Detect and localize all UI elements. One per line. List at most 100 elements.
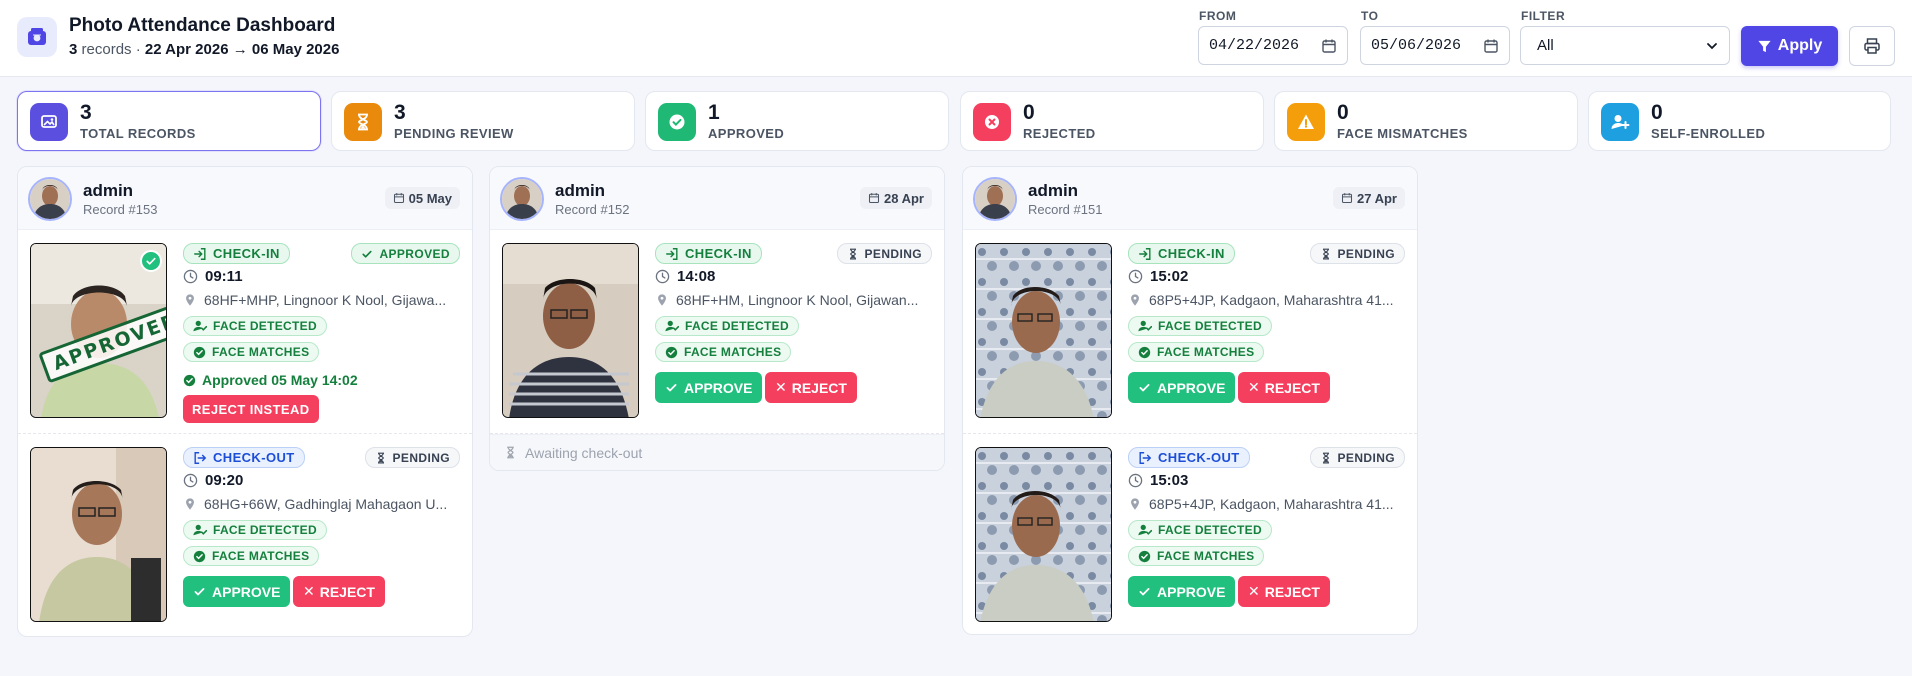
hourglass-icon: [1320, 248, 1332, 260]
attendance-photo[interactable]: [502, 243, 639, 418]
avatar: [500, 177, 544, 221]
approve-label: APPROVE: [1157, 379, 1226, 396]
check-circle-icon: [193, 550, 206, 563]
check-icon: [665, 381, 678, 394]
attendance-record-card: admin Record #153 05 May APPROVED CHECK-…: [17, 166, 473, 637]
filter-select[interactable]: All: [1520, 26, 1730, 65]
x-icon: ✕: [1248, 583, 1260, 599]
approve-button[interactable]: APPROVE: [655, 372, 763, 403]
reject-button[interactable]: ✕ REJECT: [293, 576, 385, 607]
stat-value: 0: [1651, 101, 1663, 124]
check-out-entry: CHECK-OUT PENDING 09:20 68HG+66W, Gadhin…: [18, 434, 472, 636]
user-plus-icon: [1601, 103, 1639, 141]
time-value: 09:20: [205, 472, 244, 489]
chip-label: FACE DETECTED: [213, 319, 317, 333]
reject-instead-button[interactable]: REJECT INSTEAD: [183, 395, 319, 423]
stat-label: PENDING REVIEW: [394, 126, 514, 141]
records-word: records: [81, 41, 132, 58]
approve-label: APPROVE: [684, 379, 753, 396]
record-date: 27 Apr: [1357, 190, 1397, 206]
reject-button[interactable]: ✕ REJECT: [765, 372, 857, 403]
time-value: 15:03: [1150, 472, 1189, 489]
chip-label: FACE DETECTED: [1158, 319, 1262, 333]
x-circle-icon: [973, 103, 1011, 141]
face-matches-chip: FACE MATCHES: [655, 342, 792, 362]
entry-type-label: CHECK-IN: [685, 246, 752, 261]
reject-label: REJECT: [319, 583, 375, 600]
stat-label: APPROVED: [708, 126, 785, 141]
face-detected-chip: FACE DETECTED: [655, 316, 799, 336]
face-matches-chip: FACE MATCHES: [183, 342, 320, 362]
approve-button[interactable]: APPROVE: [1128, 576, 1236, 607]
attendance-record-card: admin Record #151 27 Apr CHECK-IN PENDIN…: [962, 166, 1418, 635]
face-matches-chip: FACE MATCHES: [183, 546, 320, 566]
stat-card-face-mismatches[interactable]: 0 FACE MISMATCHES: [1274, 91, 1578, 151]
map-pin-icon: [183, 497, 197, 511]
login-icon: [1138, 247, 1152, 261]
stat-card-total-records[interactable]: 3 TOTAL RECORDS: [17, 91, 321, 151]
card-header: admin Record #151 27 Apr: [963, 167, 1417, 230]
calendar-icon[interactable]: [1483, 38, 1499, 54]
record-date-badge: 27 Apr: [1333, 187, 1405, 209]
filter-icon: [1758, 40, 1771, 52]
record-number: Record #152: [555, 202, 630, 217]
location-text: 68HF+MHP, Lingnoor K Nool, Gijawa...: [204, 292, 447, 308]
clock-icon: [183, 269, 198, 284]
calendar-icon[interactable]: [1321, 38, 1337, 54]
awaiting-text: Awaiting check-out: [525, 444, 643, 461]
approve-button[interactable]: APPROVE: [183, 576, 291, 607]
print-button[interactable]: [1849, 26, 1895, 66]
check-in-entry: CHECK-IN PENDING 15:02 68P5+4JP, Kadgaon…: [963, 230, 1417, 434]
check-circle-icon: [1138, 550, 1151, 563]
user-name: admin: [555, 181, 606, 200]
record-date: 28 Apr: [884, 190, 924, 206]
filter-value: All: [1537, 37, 1554, 54]
location-text: 68P5+4JP, Kadgaon, Maharashtra 41...: [1149, 292, 1394, 308]
attendance-photo[interactable]: [975, 447, 1112, 622]
chip-label: FACE MATCHES: [212, 549, 310, 563]
entry-type-label: CHECK-IN: [213, 246, 280, 261]
record-count: 3: [69, 41, 78, 58]
user-check-icon: [193, 523, 207, 537]
hourglass-icon: [504, 446, 517, 459]
entry-time: 09:11: [183, 268, 243, 285]
stat-value: 3: [80, 101, 92, 124]
time-value: 15:02: [1150, 268, 1189, 285]
entry-location: 68P5+4JP, Kadgaon, Maharashtra 41...: [1128, 292, 1394, 308]
approve-button[interactable]: APPROVE: [1128, 372, 1236, 403]
apply-button[interactable]: Apply: [1741, 26, 1838, 66]
chip-label: FACE DETECTED: [213, 523, 317, 537]
check-icon: [193, 585, 206, 598]
reject-button[interactable]: ✕ REJECT: [1238, 576, 1330, 607]
status-label: PENDING: [392, 450, 450, 465]
stat-label: FACE MISMATCHES: [1337, 126, 1468, 141]
avatar: [973, 177, 1017, 221]
attendance-photo[interactable]: APPROVED: [30, 243, 167, 418]
stat-card-rejected[interactable]: 0 REJECTED: [960, 91, 1264, 151]
record-number: Record #151: [1028, 202, 1103, 217]
check-in-entry: APPROVED CHECK-IN APPROVED 09:11 68HF+MH…: [18, 230, 472, 434]
check-in-badge: CHECK-IN: [183, 243, 290, 264]
stat-card-approved[interactable]: 1 APPROVED: [645, 91, 949, 151]
entry-location: 68P5+4JP, Kadgaon, Maharashtra 41...: [1128, 496, 1394, 512]
chip-label: FACE DETECTED: [1158, 523, 1262, 537]
from-date-input[interactable]: 04/22/2026: [1198, 26, 1348, 65]
check-icon: [1138, 381, 1151, 394]
entry-type-label: CHECK-OUT: [1158, 450, 1240, 465]
user-check-icon: [193, 319, 207, 333]
reject-button[interactable]: ✕ REJECT: [1238, 372, 1330, 403]
attendance-photo[interactable]: [975, 243, 1112, 418]
stat-value: 0: [1023, 101, 1035, 124]
face-detected-chip: FACE DETECTED: [1128, 520, 1272, 540]
time-value: 09:11: [205, 268, 243, 285]
reject-label: REJECT: [791, 379, 847, 396]
to-date-input[interactable]: 05/06/2026: [1360, 26, 1510, 65]
reject-label: REJECT: [1264, 583, 1320, 600]
stat-value: 3: [394, 101, 406, 124]
attendance-photo[interactable]: [30, 447, 167, 622]
stat-card-pending-review[interactable]: 3 PENDING REVIEW: [331, 91, 635, 151]
to-date-value: 05/06/2026: [1371, 37, 1462, 54]
stat-card-self-enrolled[interactable]: 0 SELF-ENROLLED: [1588, 91, 1891, 151]
map-pin-icon: [1128, 497, 1142, 511]
card-header: admin Record #153 05 May: [18, 167, 472, 230]
